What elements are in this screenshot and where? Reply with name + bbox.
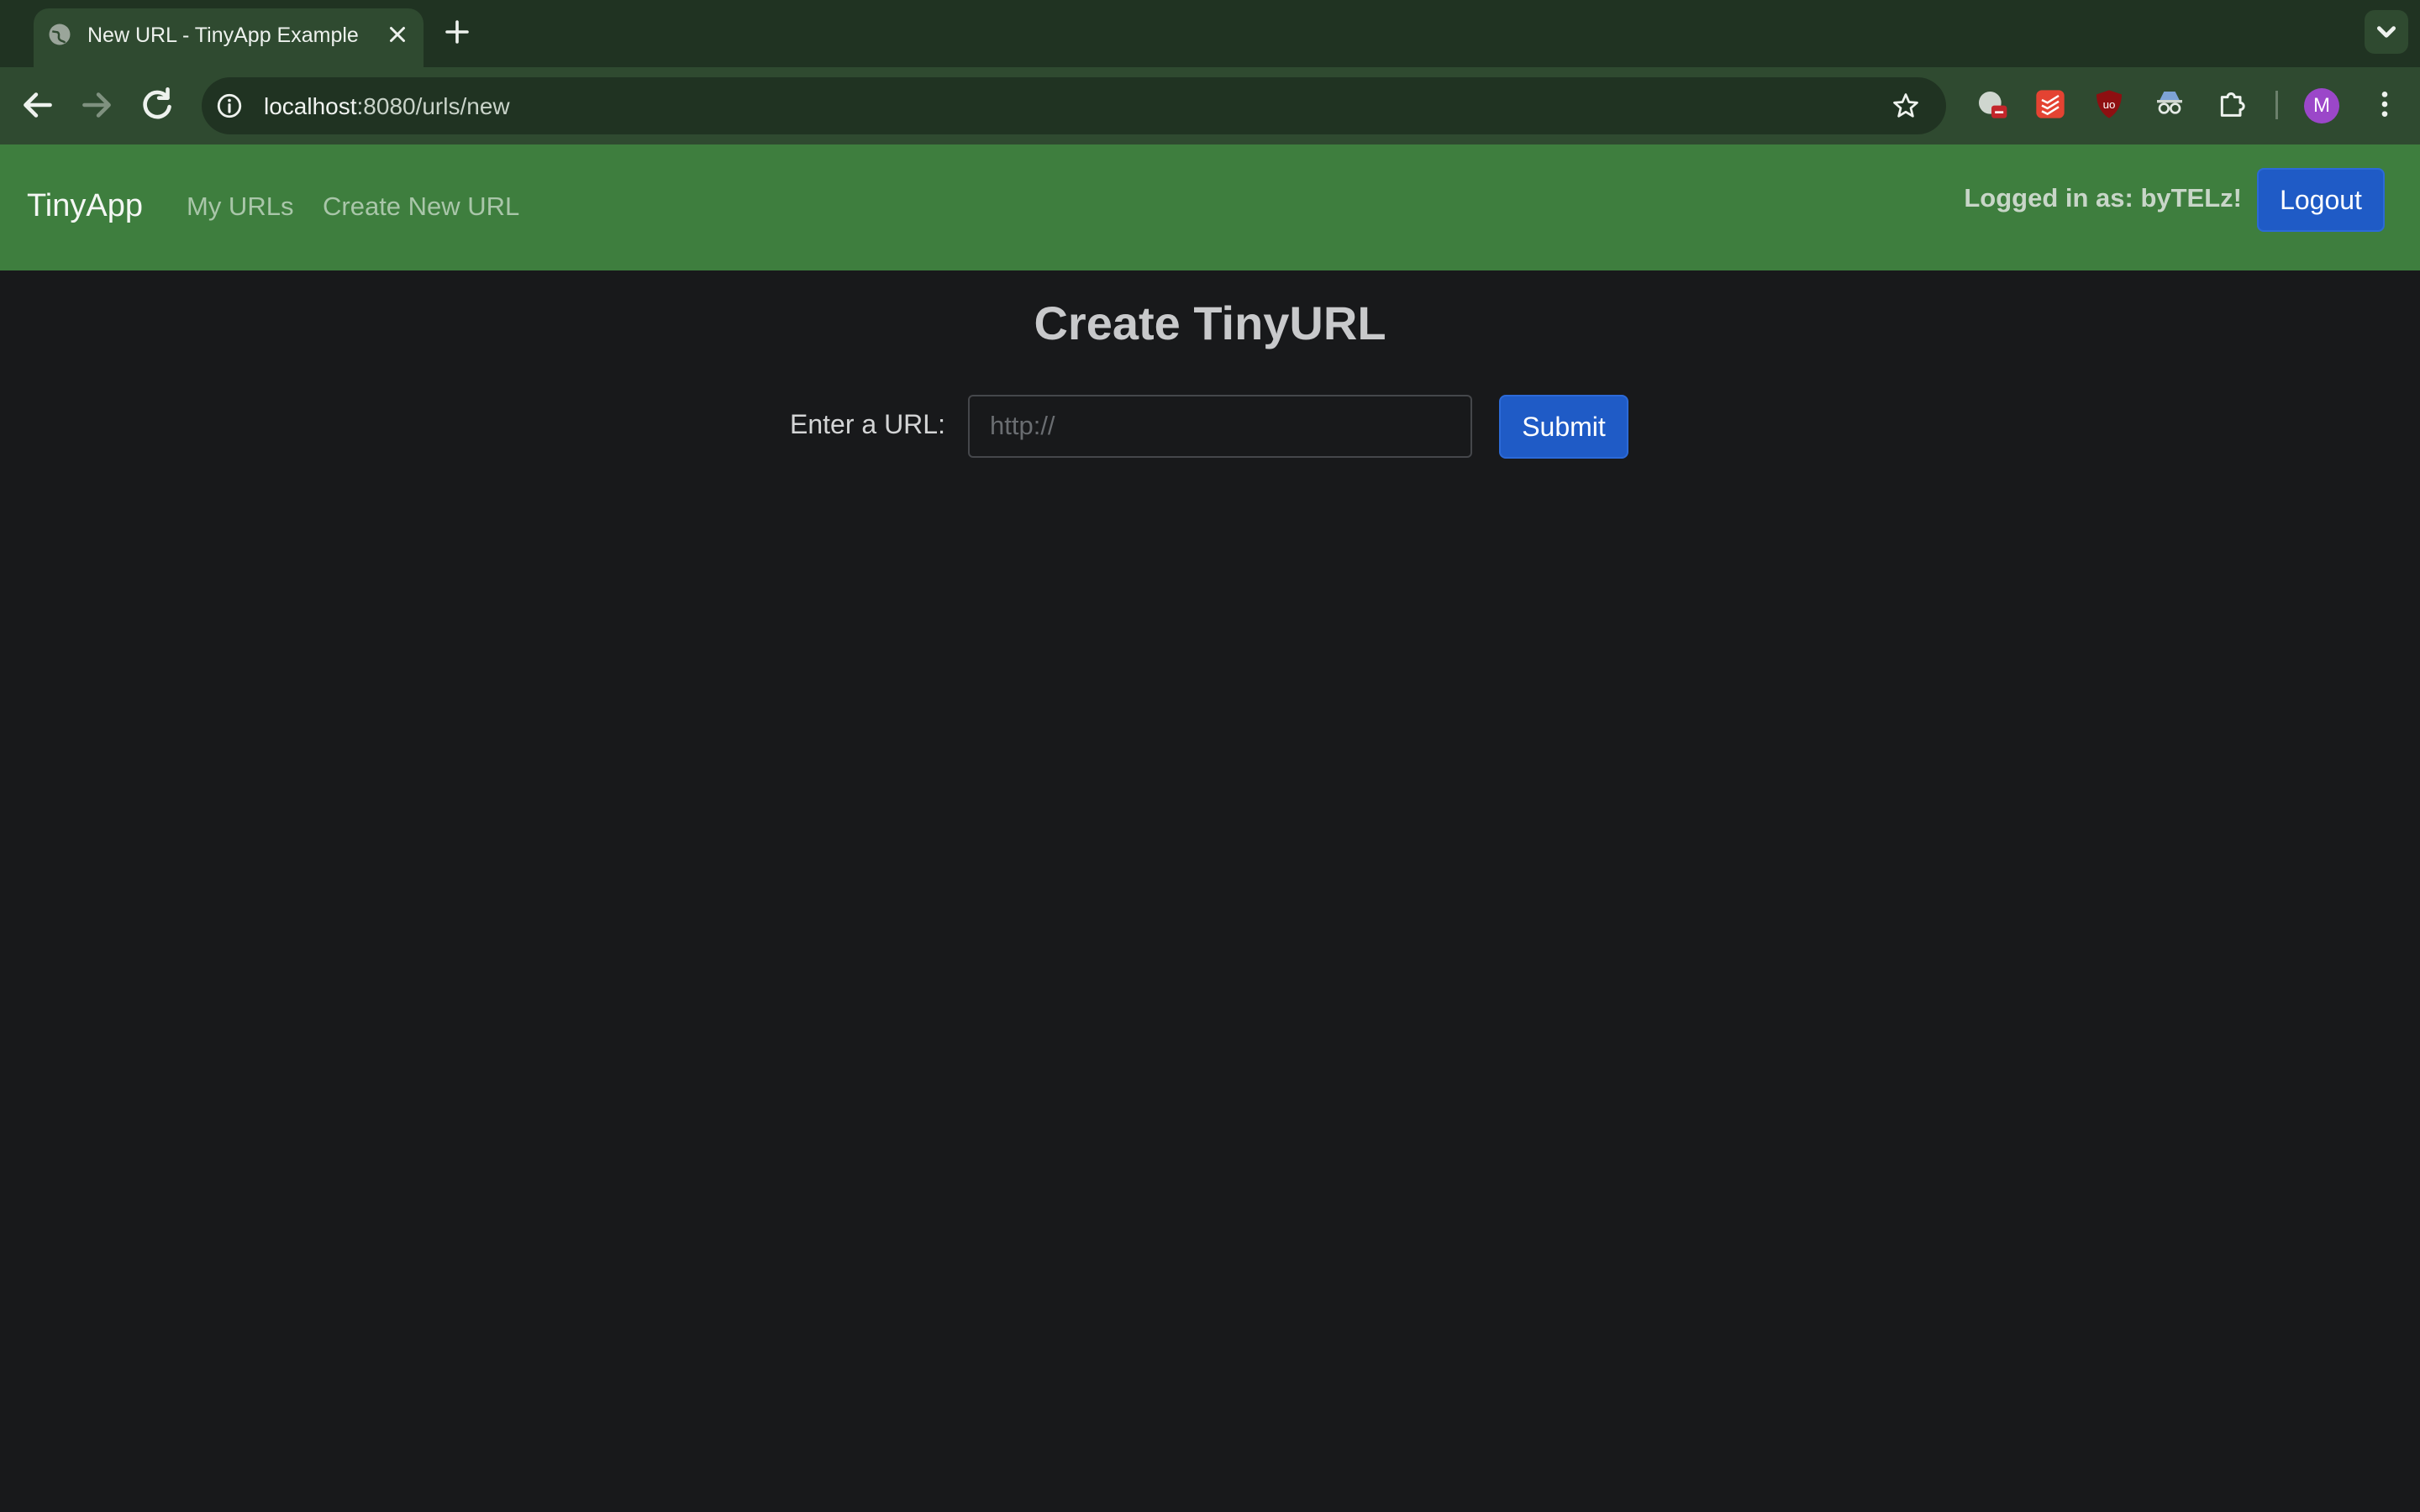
extension-blocker-icon[interactable]	[1975, 87, 2008, 121]
tab-title: New URL - TinyApp Example	[87, 24, 359, 47]
address-bar[interactable]: localhost:8080/urls/new	[202, 77, 1946, 134]
reload-icon[interactable]	[136, 84, 178, 126]
todoist-extension-icon[interactable]	[2033, 87, 2067, 121]
url-field-label: Enter a URL:	[790, 409, 945, 439]
globe-icon	[49, 24, 71, 45]
more-menu-icon[interactable]	[2368, 87, 2402, 121]
app-navbar: TinyApp My URLs Create New URL Logged in…	[0, 144, 2420, 270]
spy-extension-icon[interactable]	[2153, 87, 2186, 121]
site-info-icon[interactable]	[215, 92, 244, 120]
tab-search-button[interactable]	[2365, 10, 2408, 54]
logout-button[interactable]: Logout	[2257, 168, 2385, 232]
browser-tab-strip: New URL - TinyApp Example	[0, 0, 2420, 67]
logged-in-status: Logged in as: byTELz!	[1964, 183, 2242, 213]
extensions-puzzle-icon[interactable]	[2215, 87, 2249, 121]
bookmark-star-icon[interactable]	[1891, 91, 1921, 121]
submit-button[interactable]: Submit	[1499, 395, 1628, 459]
nav-link-my-urls[interactable]: My URLs	[187, 192, 293, 222]
forward-arrow-icon[interactable]	[76, 84, 118, 126]
profile-avatar[interactable]: M	[2304, 88, 2339, 123]
nav-link-create-new-url[interactable]: Create New URL	[323, 192, 519, 222]
page-title: Create TinyURL	[1034, 297, 1386, 349]
url-input[interactable]: http://	[968, 395, 1472, 458]
browser-tab-active[interactable]: New URL - TinyApp Example	[34, 8, 424, 67]
ublock-shield-icon[interactable]: uo	[2092, 87, 2126, 121]
chevron-down-icon	[2376, 26, 2396, 38]
address-url: localhost:8080/urls/new	[264, 93, 510, 120]
back-arrow-icon[interactable]	[17, 84, 59, 126]
url-host: localhost	[264, 93, 357, 119]
new-tab-plus-icon[interactable]	[442, 17, 472, 47]
toolbar-divider	[2275, 91, 2278, 119]
brand-link[interactable]: TinyApp	[27, 188, 143, 224]
svg-text:uo: uo	[2103, 98, 2116, 111]
url-path: :8080/urls/new	[356, 93, 510, 119]
close-icon[interactable]	[385, 22, 410, 47]
